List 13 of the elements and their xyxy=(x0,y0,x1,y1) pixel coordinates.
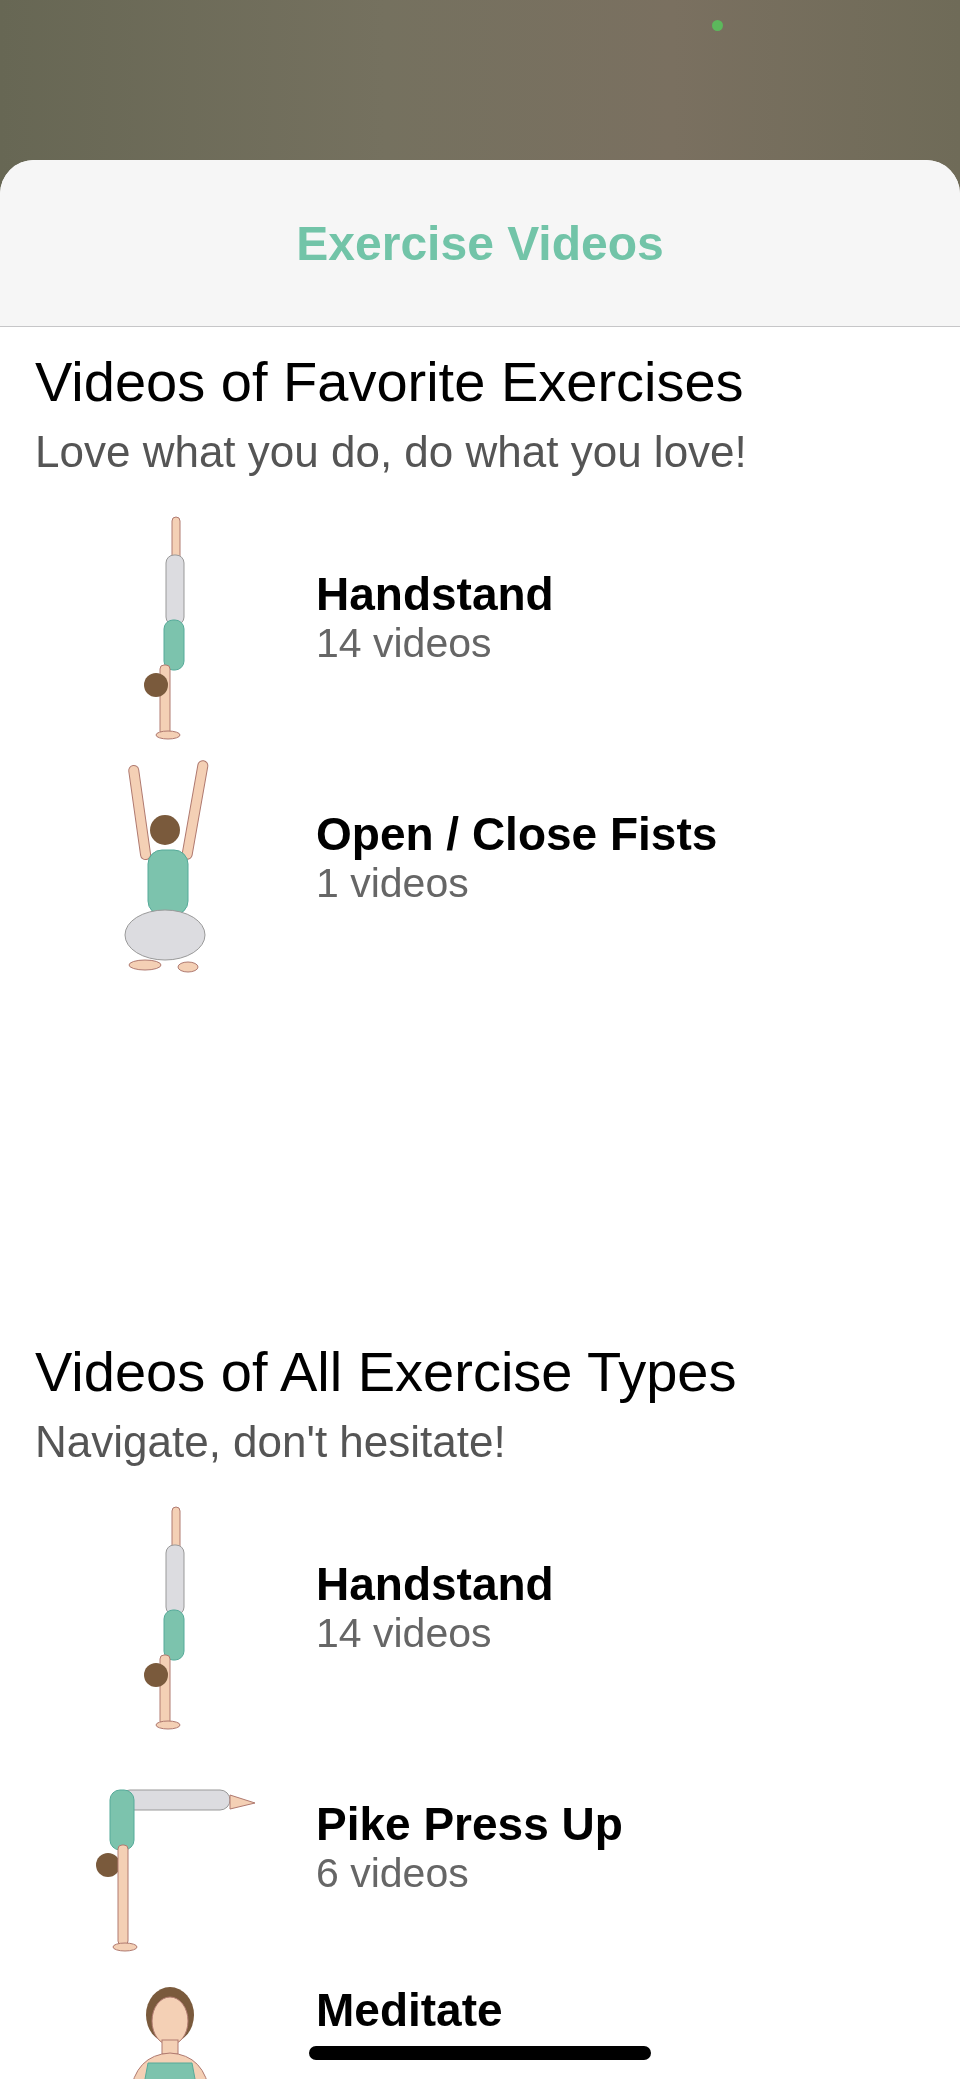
section-title: Videos of Favorite Exercises xyxy=(35,352,745,412)
header-title: Exercise Videos xyxy=(296,215,664,271)
exercise-name[interactable]: Handstand xyxy=(316,571,554,617)
video-count: 1 videos xyxy=(316,860,470,908)
video-count: 14 videos xyxy=(316,619,493,668)
section-subtitle: Navigate, don't hesitate! xyxy=(35,1417,507,1467)
exercise-name[interactable]: Meditate xyxy=(316,1987,503,2033)
video-count: 6 videos xyxy=(316,1849,470,1898)
camera-indicator-icon xyxy=(712,20,723,31)
exercise-name[interactable]: Handstand xyxy=(316,1561,554,1607)
section-subtitle: Love what you do, do what you love! xyxy=(35,427,748,477)
section-title: Videos of All Exercise Types xyxy=(35,1342,738,1402)
video-count: 14 videos xyxy=(316,1609,493,1658)
